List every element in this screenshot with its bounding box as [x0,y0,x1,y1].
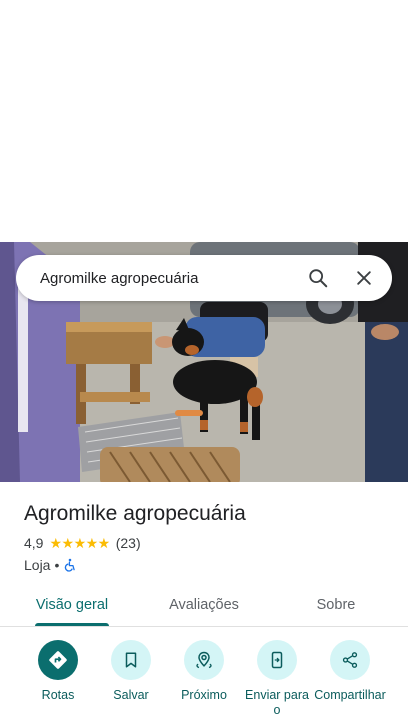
tab-overview[interactable]: Visão geral [22,583,122,627]
category-row: Loja • [24,556,394,574]
place-title: Agromilke agropecuária [24,502,246,525]
place-category: Loja [24,557,51,573]
rating-row[interactable]: 4,9 ★★★★★ (23) [24,534,394,552]
share-button[interactable]: Compartilhar [310,640,390,703]
place-tabs: Visão geral Avaliações Sobre [0,583,408,627]
tab-reviews[interactable]: Avaliações [154,583,254,627]
share-label: Compartilhar [314,688,386,702]
review-count: (23) [115,535,141,551]
save-label: Salvar [113,688,149,702]
action-bar: Rotas Salvar Próximo Enviar para o Compa… [0,640,408,724]
rating-value: 4,9 [24,535,44,551]
place-info: Agromilke agropecuária 4,9 ★★★★★ (23) Lo… [24,500,394,574]
directions-icon[interactable] [38,640,78,680]
map-blank-area [0,0,408,242]
nearby-button[interactable]: Próximo [164,640,244,703]
search-icon[interactable] [298,258,338,298]
search-input[interactable]: Agromilke agropecuária [16,270,298,287]
tab-about[interactable]: Sobre [286,583,386,627]
directions-button[interactable]: Rotas [18,640,98,703]
close-icon[interactable] [344,258,384,298]
send-to-phone-label: Enviar para o [245,688,309,717]
search-bar[interactable]: Agromilke agropecuária [16,255,392,301]
nearby-label: Próximo [181,688,227,702]
star-rating-icon: ★★★★★ [49,534,110,551]
nearby-icon[interactable] [184,640,224,680]
send-to-phone-icon[interactable] [257,640,297,680]
send-to-phone-button[interactable]: Enviar para o [237,640,317,718]
separator-dot: • [54,557,60,573]
share-icon[interactable] [330,640,370,680]
bookmark-icon[interactable] [111,640,151,680]
active-tab-indicator [35,623,109,626]
directions-label: Rotas [41,688,75,702]
wheelchair-icon[interactable] [63,558,77,572]
save-button[interactable]: Salvar [91,640,171,703]
